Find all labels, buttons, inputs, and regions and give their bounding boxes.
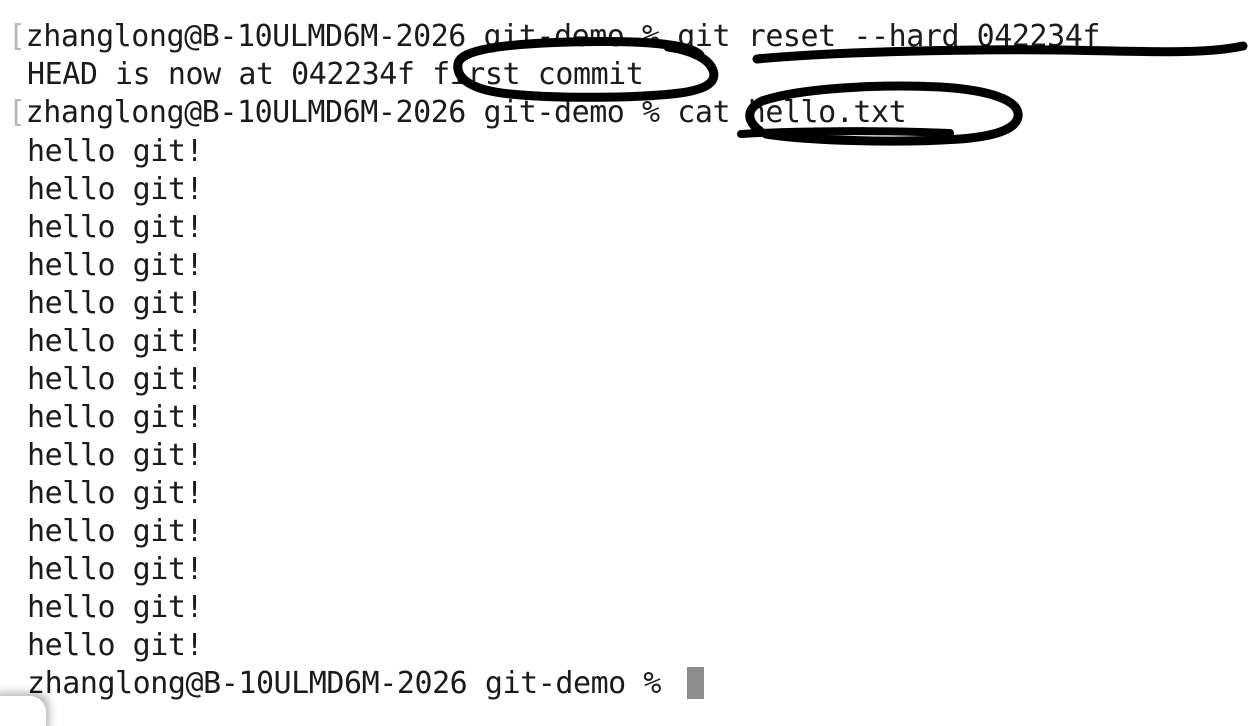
output-text: hello git! xyxy=(27,362,204,397)
terminal-line-prompt-active[interactable]: zhanglong@B-10ULMD6M-2026 git-demo % xyxy=(27,665,704,703)
output-text: hello git! xyxy=(27,286,204,321)
terminal-line-hello-10: hello git! xyxy=(27,475,204,513)
prompt-bracket-icon: [ xyxy=(8,19,26,54)
prompt-text: zhanglong@B-10ULMD6M-2026 git-demo % xyxy=(27,666,679,701)
terminal-line-hello-4: hello git! xyxy=(27,247,204,285)
output-text: hello git! xyxy=(27,476,204,511)
terminal-line-hello-5: hello git! xyxy=(27,285,204,323)
command-text: cat hello.txt xyxy=(677,95,907,130)
terminal-line-hello-11: hello git! xyxy=(27,513,204,551)
terminal-line-prompt-1: [zhanglong@B-10ULMD6M-2026 git-demo % gi… xyxy=(8,18,1100,56)
terminal-line-hello-8: hello git! xyxy=(27,399,204,437)
terminal-window[interactable]: [zhanglong@B-10ULMD6M-2026 git-demo % gi… xyxy=(0,0,1252,726)
terminal-line-hello-3: hello git! xyxy=(27,209,204,247)
terminal-line-hello-12: hello git! xyxy=(27,551,204,589)
prompt-text: zhanglong@B-10ULMD6M-2026 git-demo % xyxy=(25,19,678,54)
output-text: hello git! xyxy=(27,628,204,663)
terminal-line-hello-13: hello git! xyxy=(27,589,204,627)
terminal-line-hello-2: hello git! xyxy=(27,171,204,209)
terminal-line-hello-14: hello git! xyxy=(27,627,204,665)
terminal-line-hello-9: hello git! xyxy=(27,437,204,475)
terminal-line-output-head: HEAD is now at 042234f first commit xyxy=(27,56,644,94)
terminal-line-hello-1: hello git! xyxy=(27,133,204,171)
output-text: hello git! xyxy=(27,590,204,625)
prompt-bracket-icon: [ xyxy=(8,95,26,130)
output-text: hello git! xyxy=(27,134,204,169)
output-text: hello git! xyxy=(27,400,204,435)
command-text: git reset --hard 042234f xyxy=(677,19,1100,54)
text-cursor xyxy=(686,667,704,699)
output-text: hello git! xyxy=(27,514,204,549)
output-text: HEAD is now at 042234f first commit xyxy=(27,57,644,92)
output-text: hello git! xyxy=(27,438,204,473)
output-text: hello git! xyxy=(27,210,204,245)
prompt-text: zhanglong@B-10ULMD6M-2026 git-demo % xyxy=(25,95,678,130)
terminal-line-hello-6: hello git! xyxy=(27,323,204,361)
output-text: hello git! xyxy=(27,324,204,359)
terminal-line-hello-7: hello git! xyxy=(27,361,204,399)
output-text: hello git! xyxy=(27,552,204,587)
output-text: hello git! xyxy=(27,248,204,283)
output-text: hello git! xyxy=(27,172,204,207)
terminal-line-prompt-2: [zhanglong@B-10ULMD6M-2026 git-demo % ca… xyxy=(8,94,907,132)
